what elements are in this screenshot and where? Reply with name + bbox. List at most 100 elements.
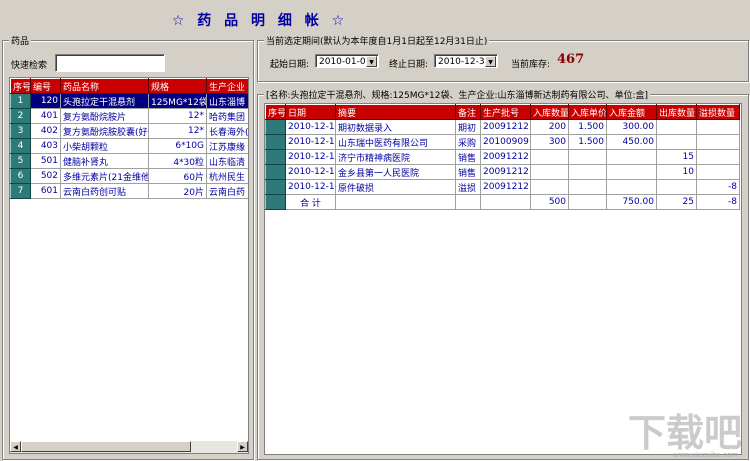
- cell-name[interactable]: 头孢拉定干混悬剂: [60, 93, 149, 109]
- cell-loss-qty[interactable]: [696, 134, 740, 150]
- search-input[interactable]: [55, 54, 165, 72]
- cell-maker[interactable]: 杭州民生: [206, 168, 248, 184]
- cell-in-price[interactable]: [568, 179, 607, 195]
- cell-name[interactable]: 小柴胡颗粒: [60, 138, 149, 154]
- cell-spec[interactable]: 4*30粒: [148, 153, 207, 169]
- cell-spec[interactable]: 12*: [148, 108, 207, 124]
- cell-code[interactable]: 120: [30, 93, 61, 109]
- cell-in-qty[interactable]: [530, 164, 569, 180]
- drug-row[interactable]: 2 401 复方氨酚烷胺片 12* 哈药集团: [10, 108, 248, 124]
- cell-code[interactable]: 402: [30, 123, 61, 139]
- cell-summary[interactable]: 原件破损: [335, 179, 456, 195]
- cell-in-qty[interactable]: 200: [530, 119, 569, 135]
- col-out-qty[interactable]: 出库数量: [656, 104, 697, 120]
- end-date-select[interactable]: 2010-12-31 ▼: [434, 54, 498, 68]
- cell-spec[interactable]: 20片: [148, 183, 207, 199]
- cell-in-price[interactable]: [568, 164, 607, 180]
- cell-spec[interactable]: 6*10G: [148, 138, 207, 154]
- drug-row[interactable]: 6 502 多维元素片(21金维他 60片 杭州民生: [10, 168, 248, 184]
- scroll-left-button[interactable]: ◀: [10, 441, 21, 452]
- cell-in-amt[interactable]: [606, 164, 657, 180]
- cell-loss-qty[interactable]: -8: [696, 179, 740, 195]
- cell-in-amt[interactable]: 300.00: [606, 119, 657, 135]
- cell-batch[interactable]: 20091212: [480, 164, 531, 180]
- cell-loss-qty[interactable]: [696, 149, 740, 165]
- row-header[interactable]: 2: [10, 108, 31, 124]
- cell-in-qty[interactable]: [530, 149, 569, 165]
- cell-name[interactable]: 多维元素片(21金维他: [60, 168, 149, 184]
- cell-code[interactable]: 403: [30, 138, 61, 154]
- cell-batch[interactable]: 20091212: [480, 119, 531, 135]
- cell-date[interactable]: 2010-12-16: [285, 119, 336, 135]
- cell-note[interactable]: 溢损: [455, 179, 481, 195]
- detail-row[interactable]: 2010-12-16 金乡县第一人民医院 销售 20091212 10: [265, 164, 740, 180]
- row-header[interactable]: 3: [10, 123, 31, 139]
- cell-summary[interactable]: 济宁市精神病医院: [335, 149, 456, 165]
- start-date-select[interactable]: 2010-01-01 ▼: [315, 54, 379, 68]
- cell-in-amt[interactable]: [606, 149, 657, 165]
- drug-row[interactable]: 5 501 健脑补肾丸 4*30粒 山东临清: [10, 153, 248, 169]
- detail-row[interactable]: 2010-12-16 济宁市精神病医院 销售 20091212 15: [265, 149, 740, 165]
- scroll-thumb[interactable]: [21, 441, 191, 452]
- cell-maker[interactable]: 哈药集团: [206, 108, 248, 124]
- cell-name[interactable]: 健脑补肾丸: [60, 153, 149, 169]
- cell-in-amt[interactable]: 450.00: [606, 134, 657, 150]
- row-header[interactable]: 6: [10, 168, 31, 184]
- cell-batch[interactable]: 20100909: [480, 134, 531, 150]
- cell-out-qty[interactable]: 10: [656, 164, 697, 180]
- cell-name[interactable]: 复方氨酚烷胺胶囊(好: [60, 123, 149, 139]
- cell-name[interactable]: 云南白药创可贴: [60, 183, 149, 199]
- drug-row[interactable]: 4 403 小柴胡颗粒 6*10G 江苏康缘: [10, 138, 248, 154]
- drug-hscrollbar[interactable]: ◀ ▶: [10, 440, 248, 453]
- cell-maker[interactable]: 山东淄博: [206, 93, 248, 109]
- cell-in-price[interactable]: 1.500: [568, 134, 607, 150]
- cell-maker[interactable]: 长春海外(: [206, 123, 248, 139]
- scroll-right-button[interactable]: ▶: [237, 441, 248, 452]
- cell-out-qty[interactable]: [656, 119, 697, 135]
- cell-code[interactable]: 401: [30, 108, 61, 124]
- cell-spec[interactable]: 125MG*12袋: [148, 93, 207, 109]
- row-header[interactable]: [265, 179, 286, 195]
- col-name[interactable]: 药品名称: [60, 78, 149, 94]
- cell-date[interactable]: 2010-12-16: [285, 179, 336, 195]
- cell-spec[interactable]: 12*: [148, 123, 207, 139]
- cell-in-price[interactable]: [568, 149, 607, 165]
- col-in-amt[interactable]: 入库金额: [606, 104, 657, 120]
- col-seq[interactable]: 序号: [10, 78, 31, 94]
- col-in-qty[interactable]: 入库数量: [530, 104, 569, 120]
- cell-out-qty[interactable]: 15: [656, 149, 697, 165]
- col-in-price[interactable]: 入库单价: [568, 104, 607, 120]
- detail-row[interactable]: 2010-12-16 原件破损 溢损 20091212 -8: [265, 179, 740, 195]
- cell-in-qty[interactable]: [530, 179, 569, 195]
- cell-summary[interactable]: 山东瑞中医药有限公司: [335, 134, 456, 150]
- col-code[interactable]: 编号: [30, 78, 61, 94]
- cell-in-price[interactable]: 1.500: [568, 119, 607, 135]
- cell-batch[interactable]: 20091212: [480, 179, 531, 195]
- cell-maker[interactable]: 江苏康缘: [206, 138, 248, 154]
- cell-note[interactable]: 采购: [455, 134, 481, 150]
- cell-in-qty[interactable]: 300: [530, 134, 569, 150]
- cell-maker[interactable]: 云南白药: [206, 183, 248, 199]
- cell-date[interactable]: 2010-12-16: [285, 164, 336, 180]
- cell-spec[interactable]: 60片: [148, 168, 207, 184]
- cell-note[interactable]: 销售: [455, 149, 481, 165]
- col-summary[interactable]: 摘要: [335, 104, 456, 120]
- row-header[interactable]: [265, 119, 286, 135]
- cell-out-qty[interactable]: [656, 134, 697, 150]
- cell-date[interactable]: 2010-12-16: [285, 134, 336, 150]
- drug-row[interactable]: 1 120 头孢拉定干混悬剂 125MG*12袋 山东淄博: [10, 93, 248, 109]
- row-header[interactable]: [265, 149, 286, 165]
- col-loss-qty[interactable]: 溢损数量: [696, 104, 740, 120]
- drug-row[interactable]: 7 601 云南白药创可贴 20片 云南白药: [10, 183, 248, 199]
- row-header[interactable]: 7: [10, 183, 31, 199]
- row-header[interactable]: 4: [10, 138, 31, 154]
- cell-code[interactable]: 501: [30, 153, 61, 169]
- cell-loss-qty[interactable]: [696, 119, 740, 135]
- col-maker[interactable]: 生产企业: [206, 78, 248, 94]
- col-batch[interactable]: 生产批号: [480, 104, 531, 120]
- drug-row[interactable]: 3 402 复方氨酚烷胺胶囊(好 12* 长春海外(: [10, 123, 248, 139]
- col-note[interactable]: 备注: [455, 104, 481, 120]
- detail-row[interactable]: 2010-12-16 山东瑞中医药有限公司 采购 20100909 300 1.500 45…: [265, 134, 740, 150]
- chevron-down-icon[interactable]: ▼: [485, 56, 496, 67]
- cell-code[interactable]: 502: [30, 168, 61, 184]
